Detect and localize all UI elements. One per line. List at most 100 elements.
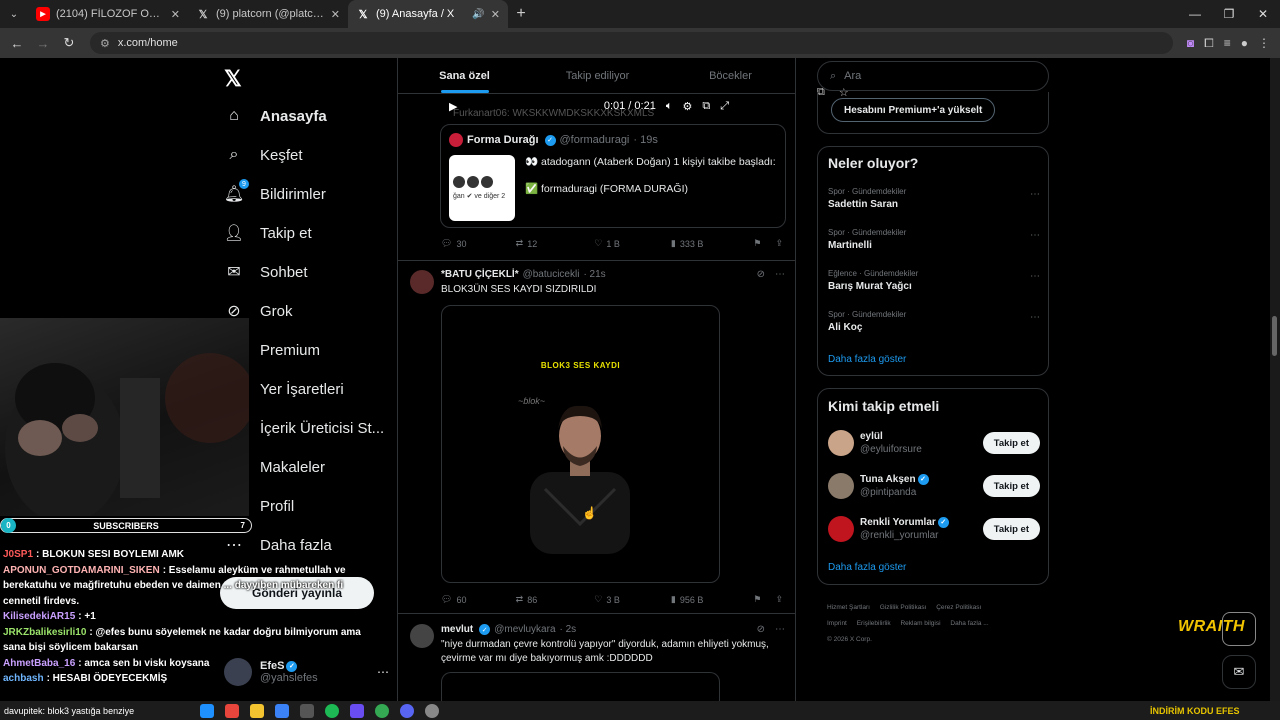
follow-suggestion[interactable]: Renkli Yorumlar ✓ @renkli_yorumlar Takip … — [828, 514, 1040, 544]
app-icon[interactable] — [225, 703, 239, 718]
avatar[interactable] — [410, 624, 434, 648]
footer-link[interactable]: Hizmet Şartları — [827, 604, 870, 611]
app-icon[interactable] — [275, 703, 289, 718]
tab-following[interactable]: Takip ediliyor — [531, 58, 664, 93]
nav-item-home[interactable]: ⌂ Anasayfa — [224, 106, 327, 126]
app-icon[interactable] — [300, 703, 314, 718]
post-author-handle[interactable]: @mevluykara — [494, 624, 555, 635]
share-icon[interactable]: ⇪ — [775, 238, 783, 249]
more-icon[interactable]: ⋯ — [1030, 271, 1040, 282]
edge-icon[interactable] — [200, 703, 214, 718]
more-icon[interactable]: ⋯ — [775, 624, 785, 635]
tab-for-you[interactable]: Sana özel — [398, 58, 531, 93]
nav-item-explore[interactable]: ⌕ Keşfet — [224, 145, 303, 165]
follow-suggestion[interactable]: Tuna Akşen ✓ @pintipanda Takip et — [828, 471, 1040, 501]
premium-upgrade-button[interactable]: Hesabını Premium+'a yükselt — [831, 98, 996, 122]
kebab-menu-icon[interactable]: ⋮ — [1258, 36, 1270, 51]
follow-suggestion[interactable]: eylül @eyluiforsure Takip et — [828, 428, 1040, 458]
chrome-icon[interactable] — [375, 703, 389, 718]
reply-button[interactable]: 💬︎ 30 — [441, 238, 516, 249]
discord-icon[interactable] — [400, 703, 414, 718]
folder-icon[interactable] — [250, 703, 264, 718]
forward-icon[interactable]: → — [32, 32, 54, 54]
back-icon[interactable]: ← — [6, 32, 28, 54]
follow-button[interactable]: Takip et — [982, 518, 1040, 540]
more-icon[interactable]: ⋯ — [1030, 312, 1040, 323]
footer-link[interactable]: Gizlilik Politikası — [880, 604, 927, 611]
fullscreen-icon[interactable]: ⤢ — [720, 100, 729, 113]
reply-count: 30 — [456, 238, 467, 249]
views-button[interactable]: ▮ 333 B — [671, 238, 754, 249]
views-button[interactable]: ▮ 956 B — [671, 594, 754, 605]
scrollbar-thumb[interactable] — [1272, 316, 1277, 356]
minimize-icon[interactable]: — — [1178, 0, 1212, 28]
spotify-icon[interactable] — [325, 703, 339, 718]
profile-avatar-icon[interactable]: ● — [1241, 36, 1248, 51]
reply-button[interactable]: 💬︎ 60 — [441, 594, 516, 605]
footer-link[interactable]: Erişilebilirlik — [857, 620, 891, 627]
like-button[interactable]: ♡ 1 B — [594, 238, 671, 249]
who-show-more-link[interactable]: Daha fazla göster — [828, 562, 906, 573]
settings-icon[interactable]: ⚙ — [682, 100, 692, 113]
post-media[interactable]: BLOK3 SES KAYDI ~ɓlok~ ☝ — [441, 305, 720, 583]
quoted-post[interactable]: Forma Durağı ✓ @formaduragi · 19s ğan ✔ … — [440, 124, 786, 228]
x-logo[interactable]: 𝕏 — [224, 66, 242, 92]
more-icon[interactable]: ⋯ — [377, 665, 389, 679]
share-icon[interactable]: ⇪ — [775, 594, 783, 605]
reload-icon[interactable]: ↻ — [58, 32, 80, 54]
close-icon[interactable]: ✕ — [491, 8, 500, 21]
close-icon[interactable]: ✕ — [171, 8, 180, 21]
close-icon[interactable]: ✕ — [331, 8, 340, 21]
page-scrollbar[interactable] — [1270, 58, 1280, 720]
repost-button[interactable]: ⇄ 86 — [516, 594, 595, 605]
footer-link[interactable]: Imprint — [827, 620, 847, 627]
trends-show-more-link[interactable]: Daha fazla göster — [828, 354, 906, 365]
close-window-icon[interactable]: ✕ — [1246, 0, 1280, 28]
bookmark-icon[interactable]: ⚑ — [753, 238, 761, 249]
footer-link[interactable]: Reklam bilgisi — [900, 620, 940, 627]
more-icon[interactable]: ⋯ — [1030, 230, 1040, 241]
footer-link[interactable]: Daha fazla ... — [950, 620, 988, 627]
nav-item-notifications[interactable]: 🔔︎ 9 Bildirimler — [224, 179, 326, 204]
browser-tab-platcorn[interactable]: 𝕏 (9) platcorn (@platcornweb) / X ✕ — [188, 0, 348, 28]
trend-item[interactable]: Spor · Gündemdekiler Sadettin Saran ⋯ — [828, 187, 1040, 210]
tab-bugs[interactable]: Böcekler — [664, 58, 795, 93]
more-icon[interactable]: ⋯ — [775, 269, 785, 280]
messages-drawer-button[interactable]: ✉ — [1222, 655, 1256, 689]
nav-item-follow[interactable]: 👤︎ Takip et — [224, 223, 312, 243]
restore-icon[interactable]: ❐ — [1212, 0, 1246, 28]
grok-icon[interactable]: ⊘ — [757, 624, 765, 635]
repost-button[interactable]: ⇄ 12 — [516, 238, 595, 249]
address-bar[interactable]: ⚙ x.com/home ⧉ ☆ — [90, 32, 1173, 99]
extension-icon[interactable]: ◙ — [1187, 36, 1194, 51]
follow-button[interactable]: Takip et — [982, 432, 1040, 454]
browser-tab-youtube[interactable]: ▶ (2104) FİLOZOF ORHAN EV ZİYARET ✕ — [28, 0, 188, 28]
nav-item-chat[interactable]: ✉ Sohbet — [224, 262, 307, 282]
post-author-name[interactable]: mevlut — [441, 624, 473, 635]
speaker-icon[interactable]: 🔊 — [472, 9, 484, 20]
pip-icon[interactable]: ⧉ — [702, 100, 710, 113]
site-info-icon[interactable]: ⚙ — [100, 37, 110, 50]
trend-item[interactable]: Eğlence · Gündemdekiler Barış Murat Yağc… — [828, 269, 1040, 292]
footer-link[interactable]: Çerez Politikası — [936, 604, 981, 611]
more-icon[interactable]: ⋯ — [1030, 189, 1040, 200]
post-author-name[interactable]: *BATU ÇİÇEKLİ* — [441, 269, 519, 280]
browser-tab-home[interactable]: 𝕏 (9) Anasayfa / X 🔊 ✕ — [348, 0, 508, 28]
tab-search-icon[interactable]: ⌄ — [0, 0, 28, 28]
trend-item[interactable]: Spor · Gündemdekiler Ali Koç ⋯ — [828, 310, 1040, 333]
app-icon[interactable] — [425, 703, 439, 718]
media-icon[interactable]: ≡ — [1224, 36, 1231, 51]
puzzle-icon[interactable]: ⧠ — [1204, 36, 1214, 51]
follow-button[interactable]: Takip et — [982, 475, 1040, 497]
search-input[interactable]: ⌕ Ara — [817, 61, 1049, 91]
trend-item[interactable]: Spor · Gündemdekiler Martinelli ⋯ — [828, 228, 1040, 251]
new-tab-button[interactable]: + — [508, 0, 534, 28]
like-button[interactable]: ♡ 3 B — [594, 594, 671, 605]
post-author-handle[interactable]: @batucicekli — [523, 269, 580, 280]
grok-icon[interactable]: ⊘ — [757, 269, 765, 280]
avatar[interactable] — [410, 270, 434, 294]
app-icon[interactable] — [350, 703, 364, 718]
bookmark-icon[interactable]: ⚑ — [753, 594, 761, 605]
volume-icon[interactable]: 🔈︎ — [666, 100, 673, 113]
play-icon[interactable]: ▶ — [449, 100, 457, 113]
